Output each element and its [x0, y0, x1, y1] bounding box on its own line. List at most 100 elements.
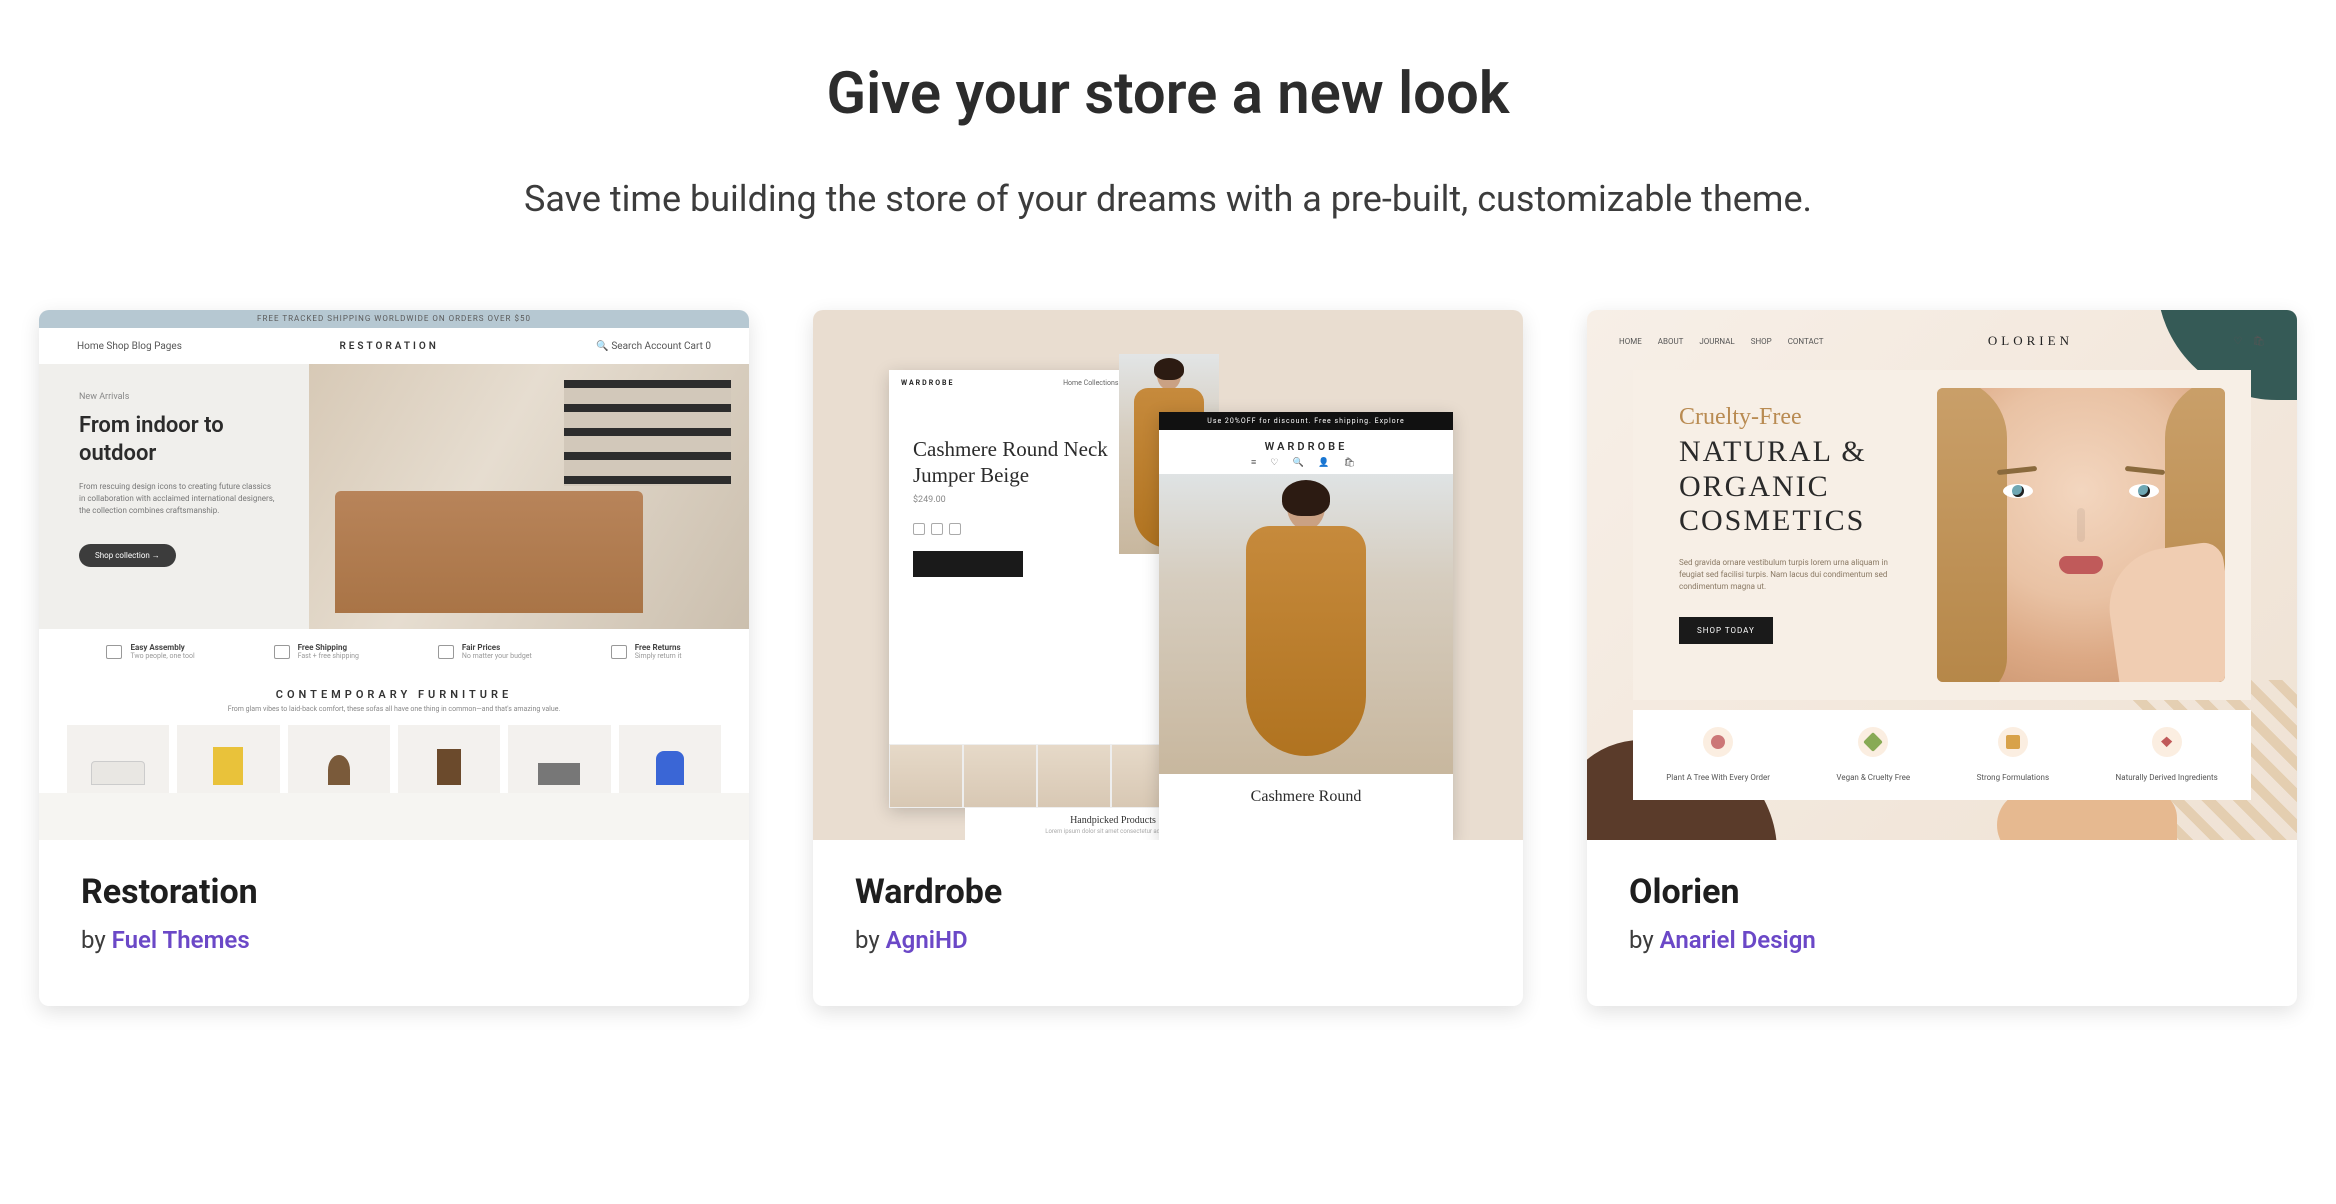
preview-logo: OLORIEN — [1988, 333, 2073, 349]
flask-icon — [1998, 727, 2028, 757]
preview-promo-bar: FREE TRACKED SHIPPING WORLDWIDE ON ORDER… — [39, 310, 749, 328]
preview-badge: Vegan & Cruelty Free — [1836, 727, 1910, 784]
preview-hero-caption: Cashmere Round — [1159, 774, 1453, 806]
headline-line: ORGANIC — [1679, 470, 1830, 503]
by-prefix: by — [1629, 926, 1660, 954]
preview-logo: RESTORATION — [339, 341, 438, 352]
preview-hero-image — [1159, 474, 1453, 774]
preview-badge-label: Naturally Derived Ingredients — [2116, 773, 2218, 782]
preview-nav-right: 🔍 Search Account Cart 0 — [596, 341, 711, 352]
theme-author-link[interactable]: Fuel Themes — [112, 926, 250, 954]
preview-feature: Fair PricesNo matter your budget — [438, 643, 532, 660]
preview-product — [288, 725, 390, 793]
page-title: Give your store a new look — [0, 60, 2336, 128]
preview-section-title: CONTEMPORARY FURNITURE — [39, 674, 749, 705]
tag-icon — [438, 645, 454, 659]
heart-icon: ♡ — [2233, 336, 2242, 347]
preview-product-thumbs — [889, 744, 1185, 808]
theme-author-link[interactable]: Anariel Design — [1660, 926, 1816, 954]
preview-logo: WARDROBE — [901, 379, 954, 387]
preview-feature-title: Fair Prices — [462, 643, 532, 652]
preview-feature: Free ShippingFast + free shipping — [274, 643, 359, 660]
theme-name: Restoration — [81, 872, 707, 912]
theme-name: Wardrobe — [855, 872, 1481, 912]
preview-features: Easy AssemblyTwo people, one tool Free S… — [39, 629, 749, 674]
theme-byline: by Fuel Themes — [81, 926, 707, 954]
preview-logo: WARDROBE — [1159, 430, 1453, 457]
preview-product — [67, 725, 169, 793]
face-illustration — [1937, 388, 2225, 682]
preview-feature-sub: Two people, one tool — [130, 652, 194, 660]
preview-hero-image — [1917, 370, 2251, 700]
leaf-icon — [1858, 727, 1888, 757]
tree-icon — [1703, 727, 1733, 757]
preview-hero-text: New Arrivals From indoor to outdoor From… — [39, 364, 309, 629]
preview-feature-sub: Simply return it — [635, 652, 682, 660]
headline-line: NATURAL & — [1679, 435, 1867, 468]
header-section: Give your store a new look Save time bui… — [0, 60, 2336, 220]
preview-feature: Easy AssemblyTwo people, one tool — [106, 643, 194, 660]
preview-hero-blurb: From rescuing design icons to creating f… — [79, 481, 279, 517]
preview-section-sub: From glam vibes to laid-back comfort, th… — [39, 705, 749, 725]
preview-feature-title: Easy Assembly — [130, 643, 194, 652]
preview-hero-image — [309, 364, 749, 629]
preview-product — [619, 725, 721, 793]
theme-card-restoration[interactable]: FREE TRACKED SHIPPING WORLDWIDE ON ORDER… — [39, 310, 749, 1006]
preview-product — [398, 725, 500, 793]
preview-feature-title: Free Shipping — [298, 643, 359, 652]
preview-feature-sub: No matter your budget — [462, 652, 532, 660]
theme-card-olorien[interactable]: HOME ABOUT JOURNAL SHOP CONTACT OLORIEN … — [1587, 310, 2297, 1006]
preview-nav-item: CONTACT — [1788, 337, 1824, 346]
preview-hero-headline: NATURAL & ORGANIC COSMETICS — [1679, 435, 1907, 539]
preview-nav-items: HOME ABOUT JOURNAL SHOP CONTACT — [1619, 337, 1838, 346]
theme-byline: by Anariel Design — [1629, 926, 2255, 954]
headline-line: COSMETICS — [1679, 504, 1865, 537]
theme-thumbnail: FREE TRACKED SHIPPING WORLDWIDE ON ORDER… — [39, 310, 749, 840]
preview-badge: Naturally Derived Ingredients — [2116, 727, 2218, 784]
return-icon — [611, 645, 627, 659]
heart-icon — [2152, 727, 2182, 757]
preview-hero-text: Cruelty-Free NATURAL & ORGANIC COSMETICS… — [1633, 370, 1917, 700]
preview-badge-label: Strong Formulations — [1977, 773, 2049, 782]
preview-badge-label: Plant A Tree With Every Order — [1666, 773, 1770, 782]
bag-icon: 🛍 — [2252, 336, 2265, 347]
theme-thumbnail: HOME ABOUT JOURNAL SHOP CONTACT OLORIEN … — [1587, 310, 2297, 840]
truck-icon — [274, 645, 290, 659]
preview-badge: Plant A Tree With Every Order — [1666, 727, 1770, 784]
preview-feature-sub: Fast + free shipping — [298, 652, 359, 660]
preview-product — [177, 725, 279, 793]
preview-add-to-cart — [913, 551, 1023, 577]
theme-card-wardrobe[interactable]: WARDROBE Home Collections Shop Pages Blo… — [813, 310, 1523, 1006]
preview-nav-item: HOME — [1619, 337, 1642, 346]
theme-card-footer: Olorien by Anariel Design — [1587, 840, 2297, 1006]
preview-nav-icons: ♡🛍 — [2223, 336, 2265, 347]
preview-nav-item: SHOP — [1751, 337, 1772, 346]
theme-thumbnail: WARDROBE Home Collections Shop Pages Blo… — [813, 310, 1523, 840]
theme-byline: by AgniHD — [855, 926, 1481, 954]
preview-badge-label: Vegan & Cruelty Free — [1836, 773, 1910, 782]
preview-nav: Home Shop Blog Pages RESTORATION 🔍 Searc… — [39, 328, 749, 364]
preview-hero-blurb: Sed gravida ornare vestibulum turpis lor… — [1679, 557, 1889, 593]
preview-feature: Free ReturnsSimply return it — [611, 643, 682, 660]
preview-nav: HOME ABOUT JOURNAL SHOP CONTACT OLORIEN … — [1619, 324, 2265, 358]
preview-header-icons: ≡ ♡ 🔍 👤 🛍 — [1159, 457, 1453, 474]
box-icon — [106, 645, 122, 659]
preview-feature-title: Free Returns — [635, 643, 682, 652]
page-subtitle: Save time building the store of your dre… — [0, 178, 2336, 220]
theme-cards-row: FREE TRACKED SHIPPING WORLDWIDE ON ORDER… — [0, 310, 2336, 1006]
theme-card-footer: Wardrobe by AgniHD — [813, 840, 1523, 1006]
preview-product-row — [39, 725, 749, 793]
theme-name: Olorien — [1629, 872, 2255, 912]
preview-hero: New Arrivals From indoor to outdoor From… — [39, 364, 749, 629]
by-prefix: by — [855, 926, 886, 954]
theme-card-footer: Restoration by Fuel Themes — [39, 840, 749, 1006]
preview-hero-cta: Shop collection → — [79, 544, 176, 567]
preview-hero-script: Cruelty-Free — [1679, 404, 1907, 431]
preview-hero-cta: SHOP TODAY — [1679, 617, 1773, 644]
preview-nav-item: ABOUT — [1658, 337, 1684, 346]
preview-hero-headline: From indoor to outdoor — [79, 412, 285, 467]
theme-author-link[interactable]: AgniHD — [886, 926, 968, 954]
preview-product — [508, 725, 610, 793]
preview-badges: Plant A Tree With Every Order Vegan & Cr… — [1633, 710, 2251, 800]
preview-nav-item: JOURNAL — [1699, 337, 1734, 346]
